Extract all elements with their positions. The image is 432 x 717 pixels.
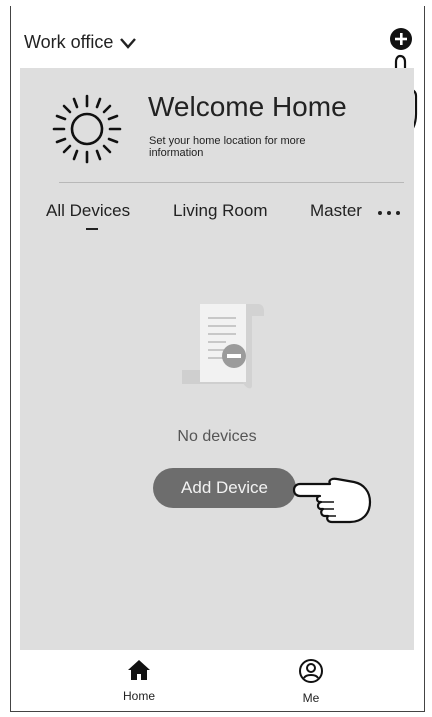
nav-me-label: Me (302, 691, 320, 705)
add-device-button[interactable]: Add Device (153, 468, 296, 508)
room-tabs: All Devices Living Room Master (20, 201, 414, 241)
tab-master[interactable]: Master (310, 201, 362, 221)
user-icon (299, 659, 323, 683)
divider (59, 182, 404, 183)
plus-icon (395, 33, 407, 45)
top-bar: Work office (10, 20, 425, 68)
chevron-down-icon (120, 37, 137, 49)
welcome-title: Welcome Home (148, 91, 347, 122)
no-devices-message: No devices (177, 428, 257, 445)
tab-all-devices[interactable]: All Devices (46, 201, 130, 230)
nav-me[interactable]: Me (281, 658, 341, 705)
nav-home-label: Home (122, 689, 155, 703)
add-button[interactable] (390, 28, 412, 50)
more-tabs-icon[interactable] (378, 211, 400, 215)
location-selector[interactable]: Work office (24, 32, 137, 53)
welcome-subtitle[interactable]: Set your home location for more informat… (149, 135, 349, 159)
nav-home[interactable]: Home (109, 658, 169, 703)
home-icon (128, 660, 150, 680)
empty-document-icon (182, 304, 264, 389)
home-content: Welcome Home Set your home location for … (20, 68, 414, 650)
sun-icon (52, 94, 122, 164)
tab-living-room[interactable]: Living Room (173, 201, 268, 221)
bottom-nav: Home Me (10, 650, 425, 712)
location-label: Work office (24, 32, 114, 52)
pointing-hand-icon (292, 477, 372, 524)
